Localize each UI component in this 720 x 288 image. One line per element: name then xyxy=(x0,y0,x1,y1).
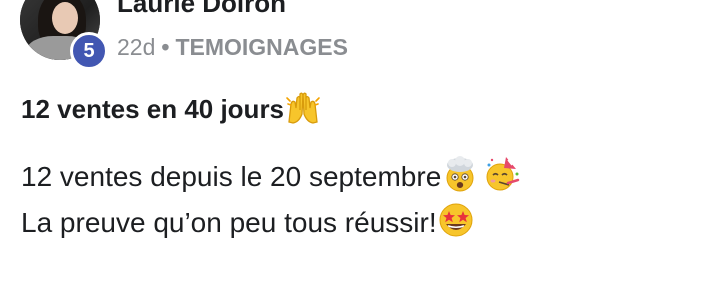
author-name[interactable]: Laurie Doiron xyxy=(117,0,286,19)
post-group[interactable]: TEMOIGNAGES xyxy=(175,34,348,60)
exploding-head-icon xyxy=(442,156,478,192)
post-body-line-1: 12 ventes depuis le 20 septembre xyxy=(21,156,520,193)
star-struck-icon xyxy=(438,202,474,238)
rank-badge: 5 xyxy=(70,32,108,70)
post-body-line-2: La preuve qu’on peu tous réussir! xyxy=(21,202,474,239)
partying-face-icon xyxy=(484,156,520,192)
post-time[interactable]: 22d xyxy=(117,34,155,60)
separator-dot: • xyxy=(161,34,170,60)
post-title: 12 ventes en 40 jours xyxy=(21,92,321,125)
raising-hands-icon xyxy=(285,92,321,124)
post-body-line-1-text: 12 ventes depuis le 20 septembre xyxy=(21,161,442,192)
post-title-text: 12 ventes en 40 jours xyxy=(21,94,285,124)
post-body-line-2-text: La preuve qu’on peu tous réussir! xyxy=(21,207,437,238)
post-meta: 22d • TEMOIGNAGES xyxy=(117,34,348,61)
